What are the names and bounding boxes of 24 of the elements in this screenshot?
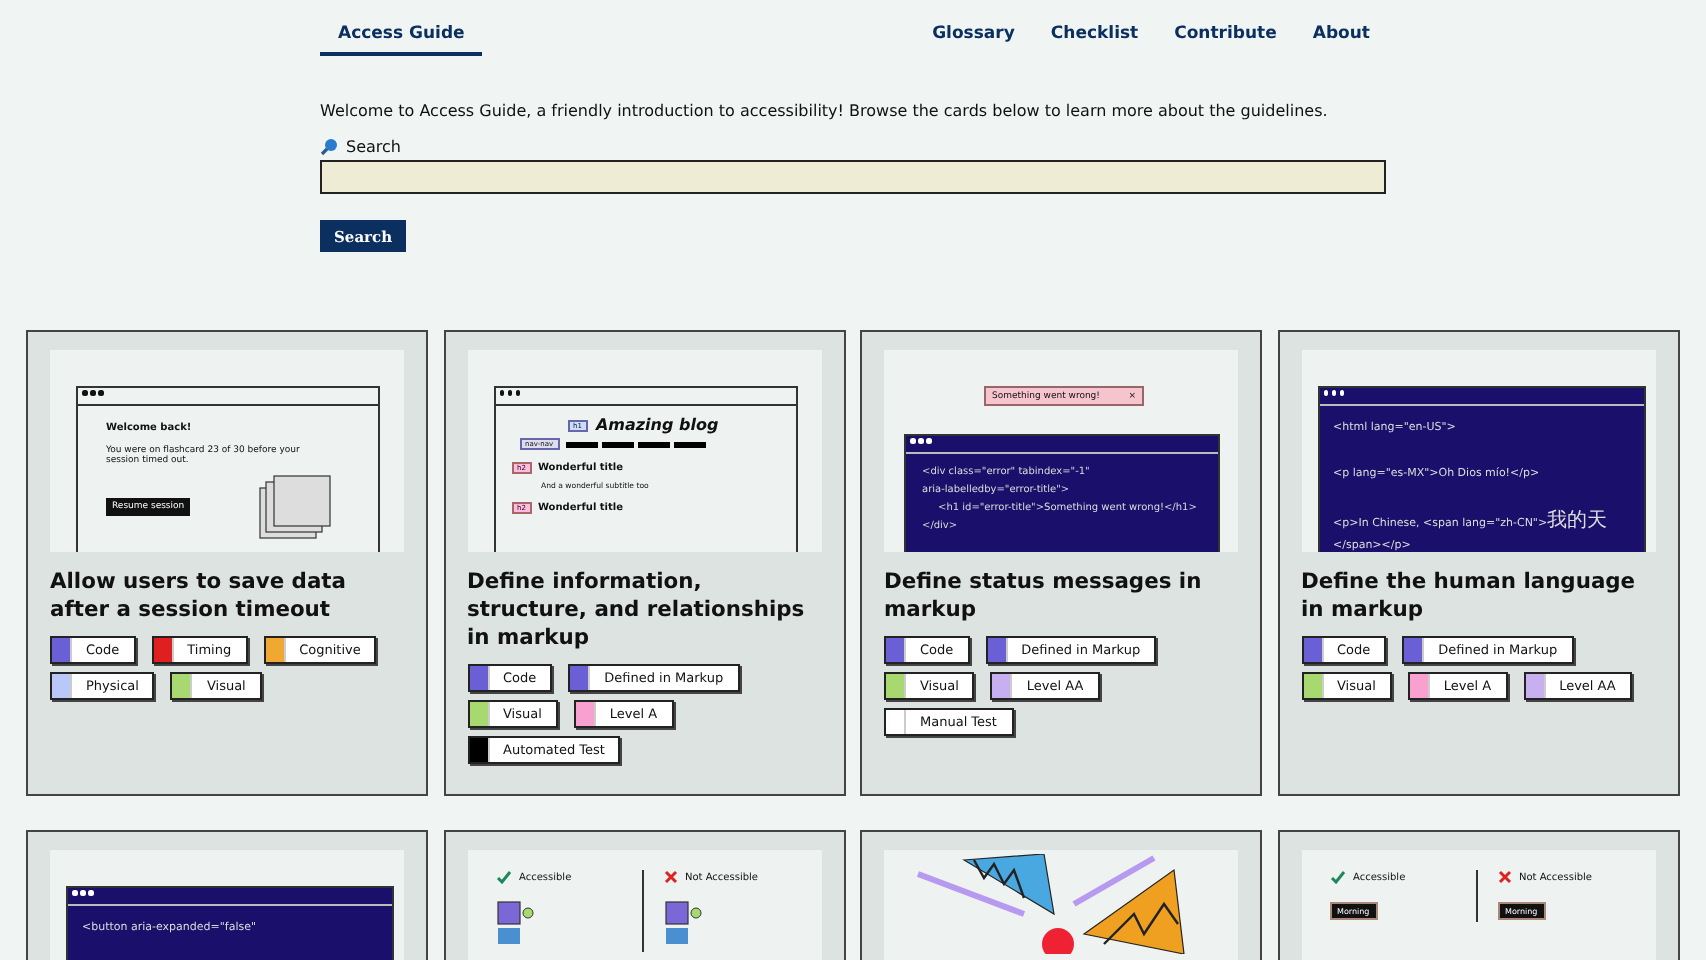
cross-icon <box>1497 870 1511 884</box>
guideline-card[interactable] <box>860 330 1262 796</box>
cross-icon <box>663 870 677 884</box>
nav-link[interactable]: Glossary <box>932 24 1015 44</box>
check-icon <box>1329 870 1345 884</box>
check-icon <box>495 870 511 884</box>
intro-text: Welcome to Access Guide, a friendly introduction to accessibility! Browse the cards below to learn more about the guidelines. <box>320 102 1330 120</box>
search-field[interactable] <box>320 160 1386 194</box>
face-blocks-drawing <box>663 900 703 944</box>
brand-link[interactable]: Access Guide <box>320 24 483 56</box>
illustration-text: Amazing blog <box>595 416 719 434</box>
nav-link[interactable]: Contribute <box>1174 24 1277 44</box>
nav-link[interactable]: Checklist <box>1050 24 1139 44</box>
search-label: Search <box>346 138 401 156</box>
card-title: Define information, structure, and relationships in markup <box>467 568 807 652</box>
stacked-papers-icon <box>258 474 334 542</box>
nav-bars-icon <box>565 441 710 447</box>
magnifier-icon <box>320 138 338 156</box>
guideline-card[interactable] <box>443 330 845 796</box>
face-blocks-drawing <box>495 900 535 944</box>
card-title: Allow users to save data after a session timeout <box>50 568 348 624</box>
nav-link[interactable]: About <box>1312 24 1370 44</box>
card-title: Define the human language in markup <box>1301 568 1638 624</box>
card-title: Define status messages in markup <box>884 568 1204 624</box>
